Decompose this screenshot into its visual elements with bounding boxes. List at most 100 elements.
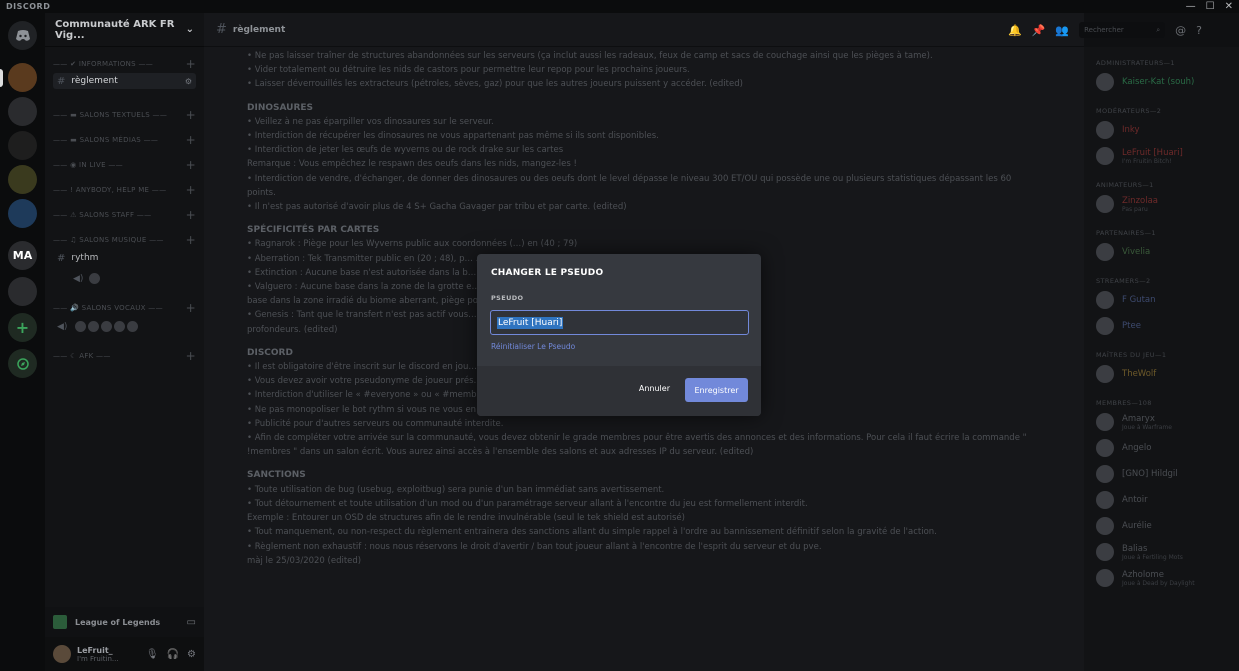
activity-panel: League of Legends ▭: [45, 607, 204, 637]
guild-header[interactable]: Communauté ARK FR Vig... ⌄: [45, 13, 204, 47]
game-icon: [53, 615, 67, 629]
window-controls: — ☐ ✕: [1186, 1, 1233, 12]
server-icon-5[interactable]: [8, 199, 37, 228]
reset-nickname-link[interactable]: Réinitialiser Le Pseudo: [491, 342, 575, 351]
gear-icon[interactable]: ⚙: [187, 649, 196, 660]
cancel-button[interactable]: Annuler: [639, 384, 670, 393]
microphone-icon[interactable]: 🎙: [146, 649, 159, 660]
add-channel-icon[interactable]: +: [186, 233, 196, 247]
category-salons-staff[interactable]: —— ⚠ SALONS STAFF —— +: [53, 208, 196, 222]
member-item[interactable]: LeFruit [Huari] I'm Fruitin Bitch!: [1096, 147, 1183, 165]
avatar[interactable]: [101, 321, 113, 332]
members-icon[interactable]: 👥: [1055, 24, 1069, 37]
text-channel-icon: #: [57, 75, 66, 87]
modal-footer: Annuler Enregistrer: [477, 366, 761, 416]
minimize-icon[interactable]: —: [1186, 1, 1196, 12]
channel-rythm[interactable]: # rythm: [53, 250, 196, 266]
avatar[interactable]: [89, 273, 101, 284]
maximize-icon[interactable]: ☐: [1206, 1, 1215, 12]
member-item[interactable]: Zinzolaa Pas paru: [1096, 195, 1158, 213]
member-name: Kaiser-Kat (souh): [1122, 77, 1195, 87]
member-group-label: MODÉRATEURS—2: [1096, 107, 1162, 115]
member-status: Pas paru: [1122, 205, 1148, 213]
category-salons-musique[interactable]: —— ♫ SALONS MUSIQUE —— +: [53, 233, 196, 247]
rule-line: Exemple : Entourer un OSD de structures …: [247, 513, 685, 524]
server-icon-folder[interactable]: [8, 277, 37, 306]
category-salons-medias[interactable]: —— ▬ SALONS MÉDIAS —— +: [53, 133, 196, 147]
rule-line: • Toute utilisation de bug (usebug, expl…: [247, 484, 665, 495]
member-info: Aurélie: [1122, 521, 1152, 531]
avatar: [1096, 543, 1114, 561]
add-channel-icon[interactable]: +: [186, 183, 196, 197]
add-channel-icon[interactable]: +: [186, 208, 196, 222]
server-icon-4[interactable]: [8, 165, 37, 194]
member-item[interactable]: TheWolf: [1096, 365, 1156, 383]
rule-line: • Afin de compléter votre arrivée sur la…: [247, 433, 1027, 444]
member-info: Amaryx Joue à Warframe: [1122, 414, 1172, 431]
bell-icon[interactable]: 🔔: [1008, 24, 1022, 37]
member-name: Aurélie: [1122, 521, 1152, 531]
server-icon-3[interactable]: [8, 131, 37, 160]
category-salons-textuels[interactable]: —— ▬ SALONS TEXTUELS —— +: [53, 108, 196, 122]
member-item[interactable]: Vivelia: [1096, 243, 1150, 261]
member-item[interactable]: Angelo: [1096, 439, 1151, 457]
explore-servers-icon[interactable]: [8, 349, 37, 378]
add-channel-icon[interactable]: +: [186, 108, 196, 122]
channel-settings-icon[interactable]: ⚙: [185, 77, 192, 86]
add-channel-icon[interactable]: +: [186, 133, 196, 147]
member-item[interactable]: [GNO] Hildgil: [1096, 465, 1178, 483]
avatar: [1096, 439, 1114, 457]
headphones-icon[interactable]: 🎧: [167, 649, 179, 660]
close-icon[interactable]: ✕: [1225, 1, 1233, 12]
category-anybody-help[interactable]: —— ! ANYBODY, HELP ME —— +: [53, 183, 196, 197]
member-item[interactable]: Azholome Joue à Dead by Daylight: [1096, 569, 1195, 587]
member-info: Angelo: [1122, 443, 1151, 453]
search-icon: ⌕: [1156, 25, 1161, 34]
avatar[interactable]: [127, 321, 139, 332]
search-input[interactable]: Rechercher ⌕: [1079, 22, 1166, 38]
avatar[interactable]: [75, 321, 87, 332]
section-heading: SPÉCIFICITÉS PAR CARTES: [247, 225, 380, 236]
member-item[interactable]: Aurélie: [1096, 517, 1152, 535]
member-name: Balias: [1122, 543, 1148, 554]
avatar[interactable]: [88, 321, 100, 332]
pin-icon[interactable]: 📌: [1032, 24, 1046, 37]
avatar[interactable]: [114, 321, 126, 332]
avatar: [1096, 491, 1114, 509]
avatar[interactable]: [53, 645, 71, 663]
member-item[interactable]: Amaryx Joue à Warframe: [1096, 413, 1172, 431]
avatar: [1096, 195, 1114, 213]
header-toolbar: 🔔 📌 👥 Rechercher ⌕ @ ?: [1008, 13, 1202, 47]
avatar: [1096, 73, 1114, 91]
add-channel-icon[interactable]: +: [186, 349, 196, 363]
rule-line: • Veillez à ne pas éparpiller vos dinosa…: [247, 116, 494, 127]
text-channel-icon: #: [216, 22, 227, 37]
help-icon[interactable]: ?: [1196, 24, 1202, 37]
member-list: ADMINISTRATEURS—1 Kaiser-Kat (souh) MODÉRA…: [1084, 47, 1239, 671]
member-item[interactable]: Ptee: [1096, 317, 1141, 335]
member-item[interactable]: Antoir: [1096, 491, 1148, 509]
nickname-input[interactable]: LeFruit [Huari]: [490, 310, 749, 335]
category-afk[interactable]: —— ☾ AFK —— +: [53, 349, 196, 363]
rule-line: Remarque : Vous empêchez le respawn des …: [247, 159, 577, 170]
home-discord-icon[interactable]: [8, 21, 37, 50]
category-informations[interactable]: —— ✔ INFORMATIONS —— +: [53, 57, 196, 71]
member-item[interactable]: Kaiser-Kat (souh): [1096, 73, 1194, 91]
member-item[interactable]: Inky: [1096, 121, 1140, 139]
member-info: [GNO] Hildgil: [1122, 469, 1178, 479]
mention-icon[interactable]: @: [1175, 24, 1186, 37]
add-channel-icon[interactable]: +: [186, 158, 196, 172]
server-icon-ark[interactable]: [8, 63, 37, 92]
add-channel-icon[interactable]: +: [186, 57, 196, 71]
save-button[interactable]: Enregistrer: [685, 378, 748, 402]
category-salons-vocaux[interactable]: —— 🔊 SALONS VOCAUX —— +: [53, 301, 196, 315]
server-icon-2[interactable]: [8, 97, 37, 126]
add-server-icon[interactable]: +: [8, 313, 37, 342]
category-in-live[interactable]: —— ◉ IN LIVE —— +: [53, 158, 196, 172]
screen-share-icon[interactable]: ▭: [187, 617, 196, 628]
add-channel-icon[interactable]: +: [186, 301, 196, 315]
member-item[interactable]: F Gutan: [1096, 291, 1156, 309]
server-icon-ma[interactable]: MA: [8, 241, 37, 270]
member-item[interactable]: Balias Joue à Fertiling Mots: [1096, 543, 1183, 561]
channel-reglement[interactable]: # règlement ⚙: [53, 73, 196, 89]
